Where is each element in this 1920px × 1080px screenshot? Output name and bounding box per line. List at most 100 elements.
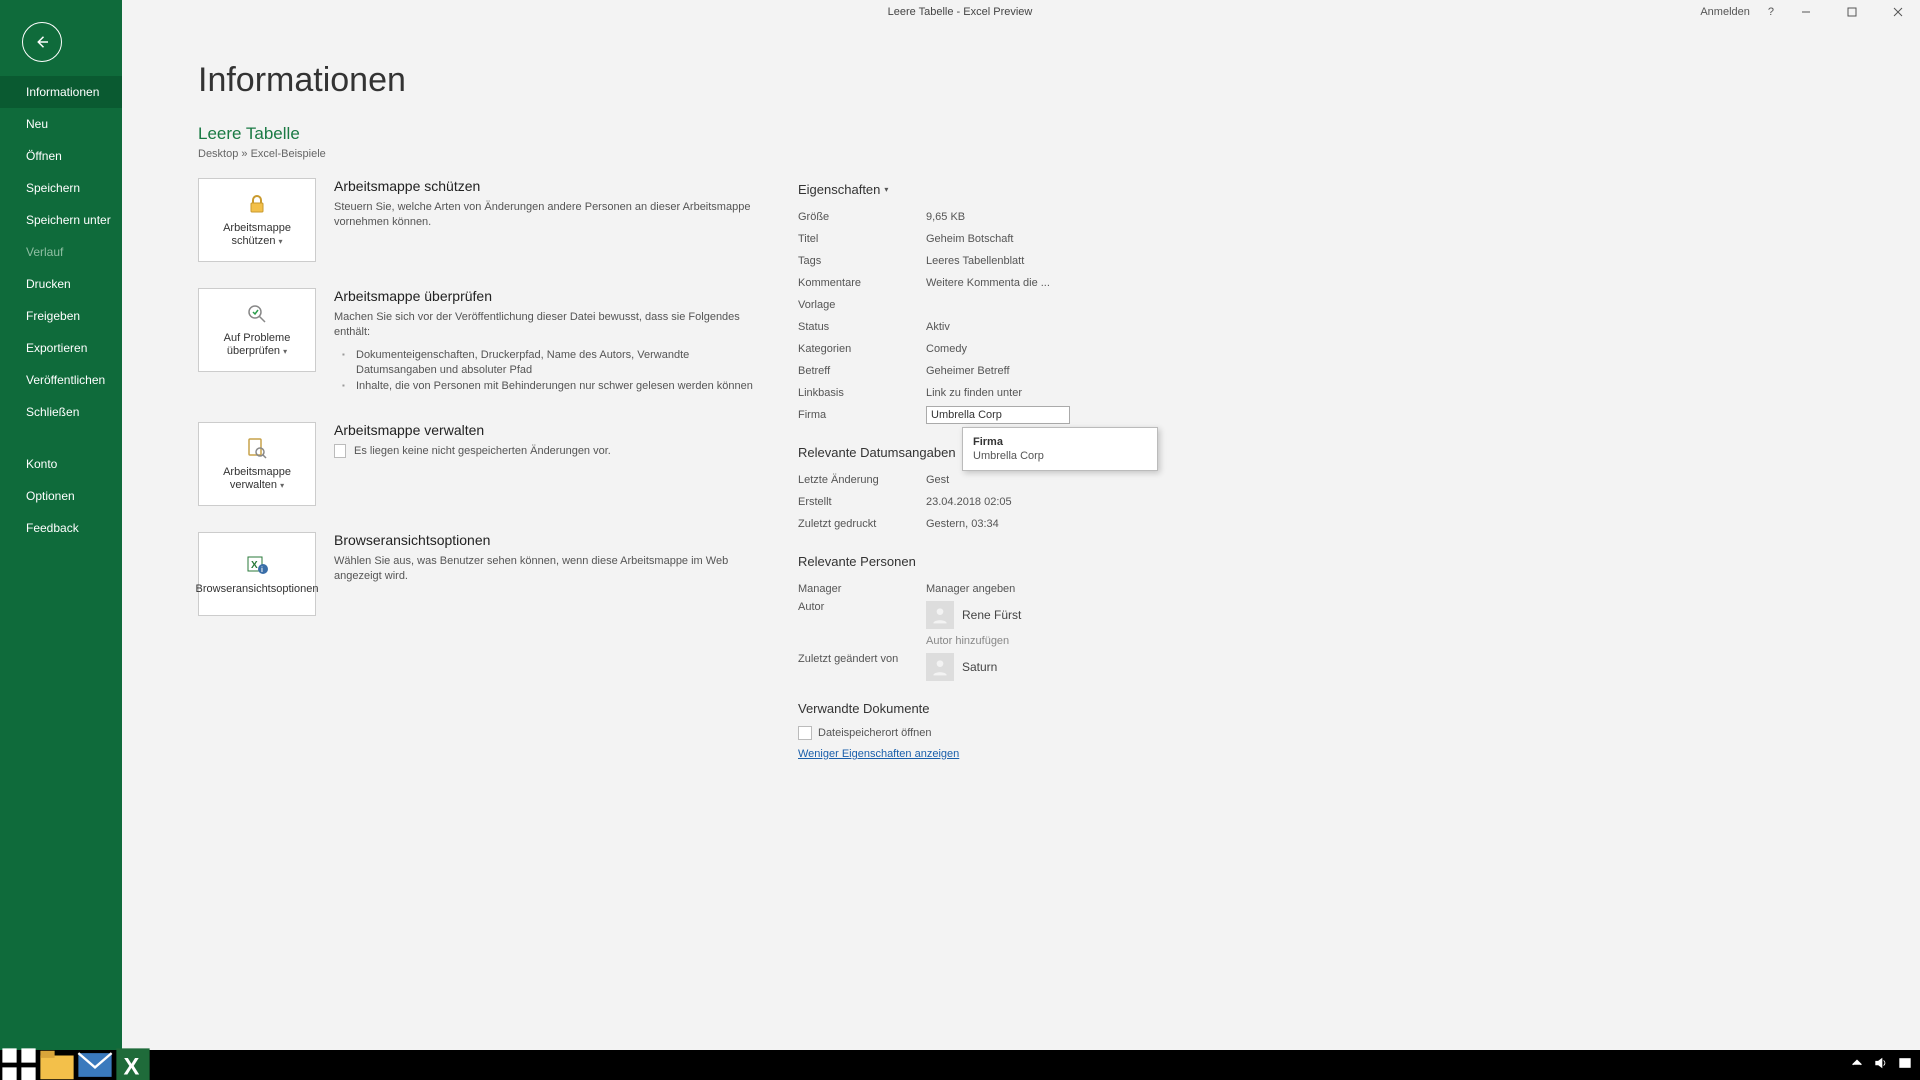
svg-text:i: i: [261, 567, 263, 574]
sidebar-item-informationen[interactable]: Informationen: [0, 76, 122, 108]
mail-taskbar-icon[interactable]: [76, 1050, 114, 1080]
prop-company-label: Firma: [798, 409, 926, 421]
avatar-icon: [926, 653, 954, 681]
minimize-button[interactable]: [1792, 2, 1820, 22]
people-manager-value[interactable]: Manager angeben: [926, 583, 1015, 595]
prop-status-value[interactable]: Aktiv: [926, 321, 950, 333]
manage-workbook-block: Arbeitsmappe verwalten ▾ Arbeitsmappe ve…: [198, 422, 758, 506]
start-button[interactable]: [0, 1050, 38, 1080]
inspect-bullet-1: Dokumenteigenschaften, Druckerpfad, Name…: [334, 348, 758, 378]
manage-title: Arbeitsmappe verwalten: [334, 422, 758, 438]
protect-title: Arbeitsmappe schützen: [334, 178, 758, 194]
chevron-down-icon: ▾: [283, 347, 287, 356]
prop-comments-label: Kommentare: [798, 277, 926, 289]
open-file-location-link[interactable]: Dateispeicherort öffnen: [798, 726, 1438, 740]
date-printed-label: Zuletzt gedruckt: [798, 518, 926, 530]
lastmodby-entry[interactable]: Saturn: [926, 653, 997, 681]
date-lastmod-value: Gest: [926, 474, 949, 486]
prop-subject-value[interactable]: Geheimer Betreff: [926, 365, 1010, 377]
prop-tags-value[interactable]: Leeres Tabellenblatt: [926, 255, 1024, 267]
inspect-icon: [245, 302, 269, 326]
prop-categories-label: Kategorien: [798, 343, 926, 355]
author-entry[interactable]: Rene Fürst: [926, 601, 1021, 629]
sidebar-item-veroeffentlichen[interactable]: Veröffentlichen: [0, 364, 122, 396]
browser-text: Wählen Sie aus, was Benutzer sehen könne…: [334, 554, 758, 584]
manage-card-label: Arbeitsmappe verwalten ▾: [203, 466, 311, 492]
prop-size-value: 9,65 KB: [926, 211, 965, 223]
date-printed-value: Gestern, 03:34: [926, 518, 999, 530]
protect-text: Steuern Sie, welche Arten von Änderungen…: [334, 200, 758, 230]
chevron-down-icon: ▾: [280, 481, 284, 490]
date-created-value: 23.04.2018 02:05: [926, 496, 1012, 508]
date-lastmod-label: Letzte Änderung: [798, 474, 926, 486]
related-docs-header: Verwandte Dokumente: [798, 701, 1438, 716]
sidebar-item-speichern[interactable]: Speichern: [0, 172, 122, 204]
sidebar-item-oeffnen[interactable]: Öffnen: [0, 140, 122, 172]
prop-title-value[interactable]: Geheim Botschaft: [926, 233, 1013, 245]
people-manager-label: Manager: [798, 583, 926, 595]
document-icon: [334, 444, 346, 458]
sidebar-item-drucken[interactable]: Drucken: [0, 268, 122, 300]
folder-icon: [798, 726, 812, 740]
fewer-properties-link[interactable]: Weniger Eigenschaften anzeigen: [798, 748, 1438, 760]
prop-size-label: Größe: [798, 211, 926, 223]
inspect-workbook-button[interactable]: Auf Probleme überprüfen ▾: [198, 288, 316, 372]
maximize-button[interactable]: [1838, 2, 1866, 22]
sidebar-item-feedback[interactable]: Feedback: [0, 512, 122, 544]
sidebar-item-konto[interactable]: Konto: [0, 448, 122, 480]
prop-status-label: Status: [798, 321, 926, 333]
date-created-label: Erstellt: [798, 496, 926, 508]
sidebar-item-exportieren[interactable]: Exportieren: [0, 332, 122, 364]
file-explorer-taskbar-icon[interactable]: [38, 1050, 76, 1080]
prop-categories-value[interactable]: Comedy: [926, 343, 967, 355]
protect-card-label: Arbeitsmappe schützen ▾: [203, 222, 311, 248]
avatar-icon: [926, 601, 954, 629]
browser-view-icon: Xi: [245, 553, 269, 577]
lock-icon: [245, 192, 269, 216]
sidebar-item-freigeben[interactable]: Freigeben: [0, 300, 122, 332]
manage-icon: [245, 436, 269, 460]
excel-taskbar-icon[interactable]: X: [114, 1050, 152, 1080]
people-author-label: Autor: [798, 601, 926, 613]
open-file-location-label: Dateispeicherort öffnen: [818, 727, 932, 739]
browser-view-button[interactable]: Xi Browseransichtsoptionen: [198, 532, 316, 616]
breadcrumb: Desktop » Excel-Beispiele: [198, 148, 1920, 160]
sidebar-item-speichern-unter[interactable]: Speichern unter: [0, 204, 122, 236]
sidebar-item-neu[interactable]: Neu: [0, 108, 122, 140]
svg-text:X: X: [124, 1054, 140, 1080]
browser-view-block: Xi Browseransichtsoptionen Browseransich…: [198, 532, 758, 616]
manage-text: Es liegen keine nicht gespeicherten Ände…: [354, 445, 611, 457]
people-lastmodby-label: Zuletzt geändert von: [798, 653, 926, 665]
prop-template-label: Vorlage: [798, 299, 926, 311]
browser-card-label: Browseransichtsoptionen: [196, 583, 319, 596]
sidebar-item-schliessen[interactable]: Schließen: [0, 396, 122, 428]
help-button[interactable]: ?: [1768, 6, 1774, 18]
sidebar-item-verlauf: Verlauf: [0, 236, 122, 268]
main-content: Informationen Leere Tabelle Desktop » Ex…: [122, 23, 1920, 1050]
close-button[interactable]: [1884, 2, 1912, 22]
manage-workbook-button[interactable]: Arbeitsmappe verwalten ▾: [198, 422, 316, 506]
tray-chevron-up-icon[interactable]: [1850, 1056, 1864, 1075]
backstage-sidebar: Informationen Neu Öffnen Speichern Speic…: [0, 0, 122, 1050]
properties-header[interactable]: Eigenschaften▾: [798, 182, 1438, 197]
tray-notifications-icon[interactable]: [1898, 1056, 1912, 1075]
prop-linkbase-label: Linkbasis: [798, 387, 926, 399]
inspect-title: Arbeitsmappe überprüfen: [334, 288, 758, 304]
inspect-bullet-2: Inhalte, die von Personen mit Behinderun…: [334, 379, 758, 394]
prop-comments-value[interactable]: Weitere Kommenta die ...: [926, 277, 1050, 289]
tray-volume-icon[interactable]: [1874, 1056, 1888, 1075]
prop-linkbase-value[interactable]: Link zu finden unter: [926, 387, 1022, 399]
people-header: Relevante Personen: [798, 554, 1438, 569]
inspect-text: Machen Sie sich vor der Veröffentlichung…: [334, 310, 758, 340]
taskbar: X: [0, 1050, 1920, 1080]
author-add-link[interactable]: Autor hinzufügen: [926, 635, 1021, 647]
sidebar-item-optionen[interactable]: Optionen: [0, 480, 122, 512]
protect-workbook-block: Arbeitsmappe schützen ▾ Arbeitsmappe sch…: [198, 178, 758, 262]
document-title: Leere Tabelle: [198, 124, 1920, 144]
signin-link[interactable]: Anmelden: [1700, 6, 1750, 18]
prop-company-input[interactable]: [926, 406, 1070, 424]
window-title: Leere Tabelle - Excel Preview: [888, 6, 1033, 18]
protect-workbook-button[interactable]: Arbeitsmappe schützen ▾: [198, 178, 316, 262]
page-title: Informationen: [198, 61, 1920, 100]
back-arrow-button[interactable]: [22, 22, 62, 62]
